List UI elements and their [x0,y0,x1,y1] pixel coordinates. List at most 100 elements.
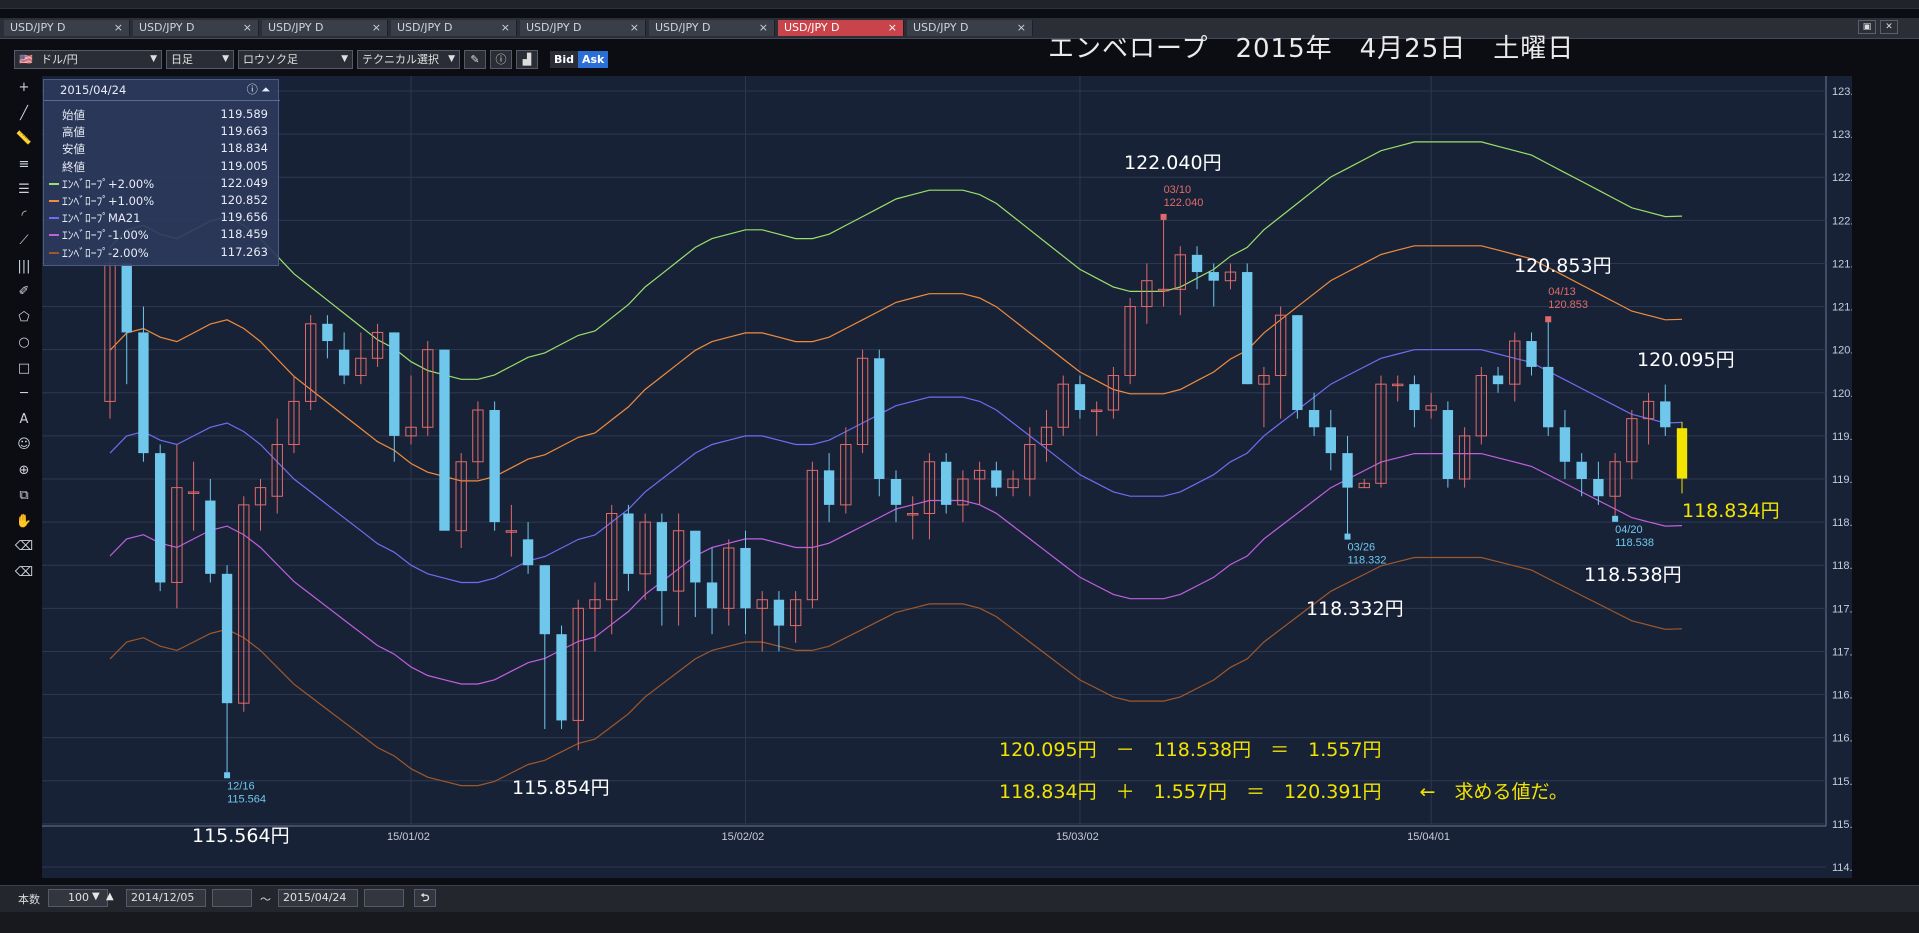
vertical-lines-icon[interactable]: ||| [14,257,34,277]
annotation-value: 118.538 [1615,537,1654,549]
currency-pair-select[interactable]: 🇺🇸 ドル/円 ▼ [14,50,162,69]
candle-body [489,410,500,523]
tab-label: USD/JPY D [397,21,453,34]
candle-body [1559,427,1571,462]
count-up-icon[interactable]: ▲ [106,891,114,902]
chart-area[interactable]: 123.50 123.00 122.50 122.00 121.50 121.00 120.… [42,76,1852,878]
drawing-toolbar: + ╱ 📏 ≡ ☰ ◜ ⟋ ||| ✐ ⬠ ○ □ ─ A ☺ ⊕ ⧉ ✋ ⌫ ⌫ [12,78,36,580]
candle-body [823,470,835,505]
candle-body [138,332,149,454]
emoji-icon[interactable]: ☺ [14,435,34,455]
price-label: 120.095円 [1637,349,1735,371]
info-row: ｴﾝﾍﾞﾛｰﾌﾟ+1.00% 120.852 [44,193,280,209]
period-select[interactable]: 日足 ▼ [166,50,234,69]
annotation-value: 118.332 [1348,555,1387,567]
ruler-icon[interactable]: 📏 [14,129,34,149]
circle-icon[interactable]: ○ [14,333,34,353]
hand-icon[interactable]: ✋ [14,512,34,532]
y-tick-label: 121.00 [1832,302,1852,314]
from-time-input[interactable] [212,889,252,907]
tab-usdjpy-d[interactable]: USD/JPY D × [907,20,1033,36]
eraser2-icon[interactable]: ⌫ [14,563,34,583]
tab-label: USD/JPY D [784,21,840,34]
pitchfork-icon[interactable]: ⟋ [14,231,34,251]
candle-body [439,349,450,531]
tab-close-icon[interactable]: × [1017,20,1026,36]
candle-body [1325,427,1336,454]
info-icon[interactable]: ⓘ [490,50,512,69]
refresh-icon[interactable]: ⮌ [414,889,436,907]
count-down-icon[interactable]: ▼ [92,891,100,902]
candle-body [874,358,885,479]
candle-body [1191,254,1203,273]
price-label: 118.332円 [1306,598,1404,620]
info-value: 118.459 [220,227,268,242]
trendline-icon[interactable]: ╱ [14,104,34,124]
copy-icon[interactable]: ⧉ [14,486,34,506]
candle-body [322,323,333,342]
info-value: 119.663 [220,124,268,139]
divider [44,100,280,101]
tab-usdjpy-d[interactable]: USD/JPY D × [391,20,517,36]
info-row: 高値 119.663 [44,124,280,140]
from-date-input[interactable]: 2014/12/05 [126,889,206,907]
crosshair-icon[interactable]: + [14,78,34,98]
y-tick-label: 119.00 [1832,474,1852,486]
fibonacci-arc-icon[interactable]: ◜ [14,206,34,226]
text-icon[interactable]: A [14,410,34,430]
tab-close-icon[interactable]: × [114,20,123,36]
tab-close-icon[interactable]: × [888,20,897,36]
to-date-input[interactable]: 2015/04/24 [278,889,358,907]
close-window-icon[interactable]: ✕ [1880,20,1898,34]
tab-close-icon[interactable]: × [759,20,768,36]
to-time-input[interactable] [364,889,404,907]
tilde: ～ [260,893,271,906]
tab-usdjpy-d[interactable]: USD/JPY D × [133,20,259,36]
ask-toggle[interactable]: Ask [578,51,609,68]
info-row: ｴﾝﾍﾞﾛｰﾌﾟ-1.00% 118.459 [44,227,280,243]
chevron-down-icon: ▼ [222,54,229,64]
tab-close-icon[interactable]: × [372,20,381,36]
draw-pen-icon[interactable]: ✎ [464,50,486,69]
volume-chart-icon[interactable]: ▟ [516,50,538,69]
candle-body [522,539,534,566]
annotation-date: 03/10 [1164,184,1192,196]
tab-label: USD/JPY D [268,21,324,34]
candle-body [556,634,567,721]
restore-window-icon[interactable]: ▣ [1858,20,1876,34]
tab-label: USD/JPY D [139,21,195,34]
extreme-marker [224,772,231,779]
candlestick-chart[interactable]: 123.50 123.00 122.50 122.00 121.50 121.00 120.… [42,76,1852,878]
channel-icon[interactable]: ☰ [14,180,34,200]
tab-usdjpy-d[interactable]: USD/JPY D × [649,20,775,36]
info-value: 122.049 [220,175,268,190]
chart-type-select[interactable]: ロウソク足 ▼ [238,50,353,69]
info-toggle-icon[interactable]: ⓘ ⏶ [247,81,270,97]
zoom-icon[interactable]: ⊕ [14,461,34,481]
y-tick-label: 115.50 [1832,776,1852,788]
candle-body [890,479,902,505]
tab-usdjpy-d[interactable]: USD/JPY D × [778,20,904,36]
tab-close-icon[interactable]: × [243,20,252,36]
rectangle-icon[interactable]: □ [14,359,34,379]
annotation-date: 12/16 [227,780,255,792]
tab-usdjpy-d[interactable]: USD/JPY D × [4,20,130,36]
bid-toggle[interactable]: Bid [550,51,579,68]
tab-usdjpy-d[interactable]: USD/JPY D × [262,20,388,36]
pen-icon[interactable]: ✐ [14,282,34,302]
extreme-marker [1612,515,1619,522]
polygon-icon[interactable]: ⬠ [14,308,34,328]
annotation-date: 04/13 [1548,286,1576,298]
eraser-icon[interactable]: ⌫ [14,537,34,557]
technical-select[interactable]: テクニカル選択 ▼ [357,50,460,69]
y-tick-label: 122.50 [1832,172,1852,184]
tab-close-icon[interactable]: × [501,20,510,36]
y-tick-label: 120.50 [1832,345,1852,357]
tab-close-icon[interactable]: × [630,20,639,36]
tab-usdjpy-d[interactable]: USD/JPY D × [520,20,646,36]
annotation-date: 03/26 [1348,542,1376,554]
hline-icon[interactable]: ─ [14,384,34,404]
y-tick-label: 121.50 [1832,258,1852,270]
price-label: 118.834円 [1682,500,1780,522]
horizontal-line-icon[interactable]: ≡ [14,155,34,175]
